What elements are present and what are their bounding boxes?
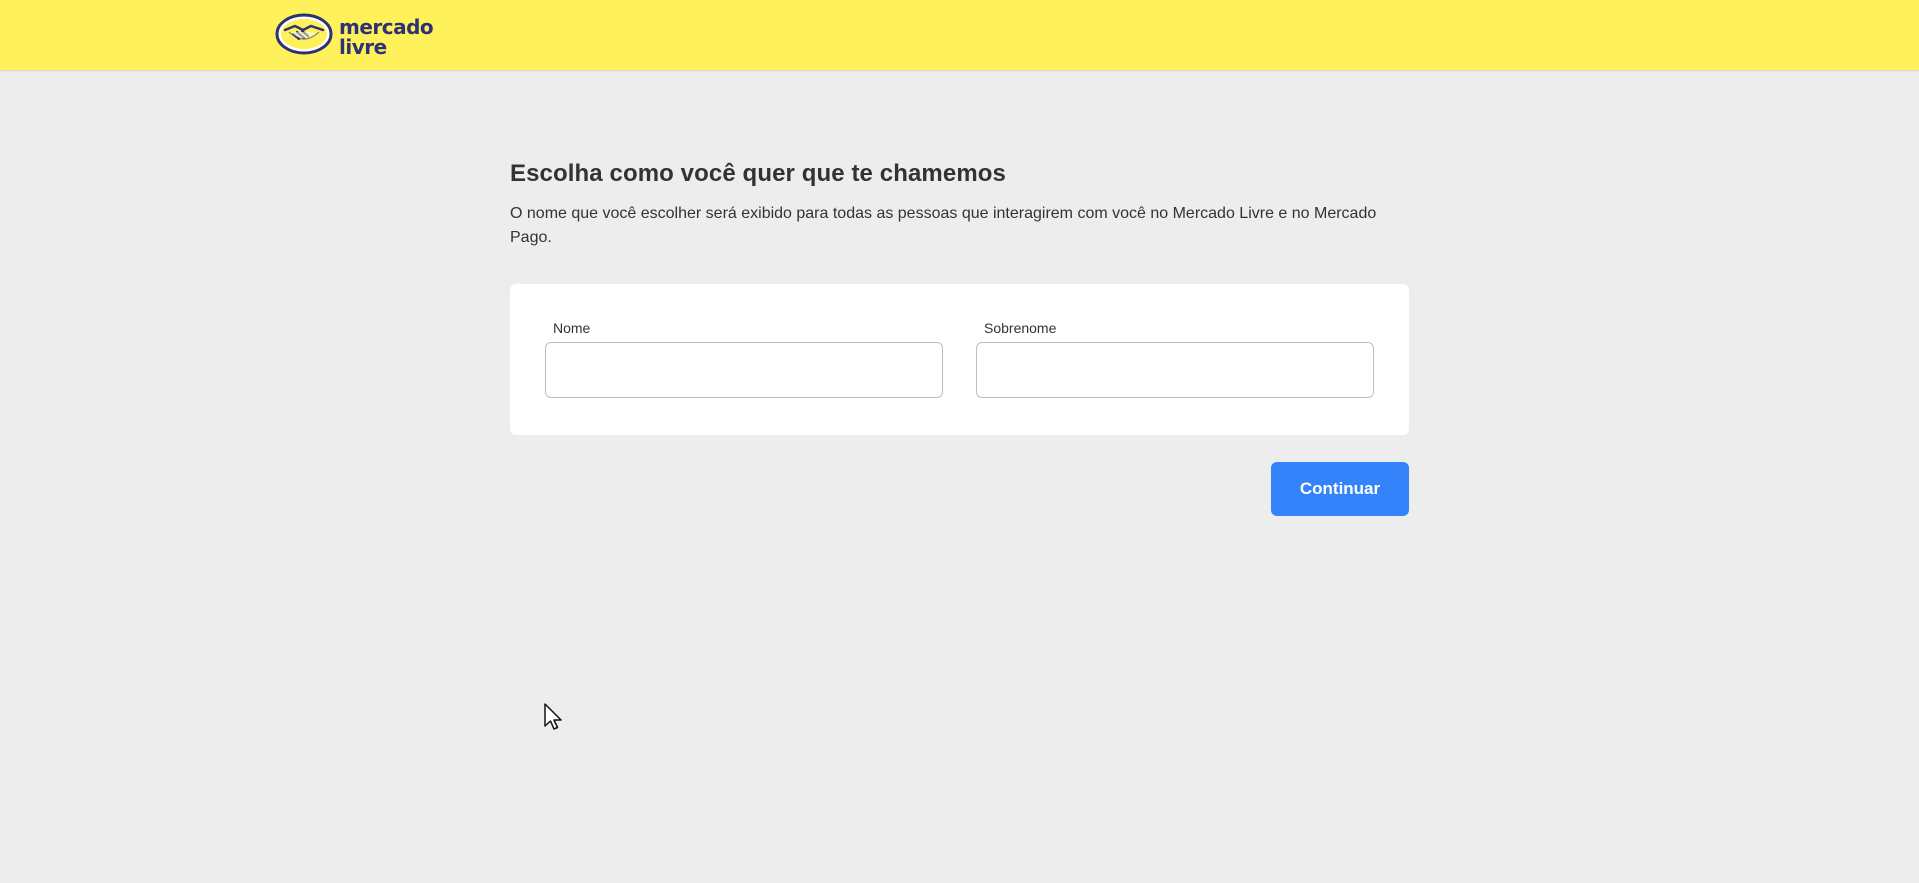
handshake-icon xyxy=(275,12,333,61)
logo-line-mercado: mercado xyxy=(339,14,434,39)
logo-line-livre: livre xyxy=(339,34,387,59)
first-name-label: Nome xyxy=(553,320,591,336)
continue-button[interactable]: Continuar xyxy=(1271,462,1409,516)
page-description: O nome que você escolher será exibido pa… xyxy=(510,205,1377,246)
mercado-livre-logo[interactable]: mercado livre xyxy=(275,12,434,61)
last-name-input[interactable] xyxy=(976,342,1374,398)
first-name-input[interactable] xyxy=(545,342,943,398)
last-name-field: Sobrenome xyxy=(976,320,1374,398)
last-name-label: Sobrenome xyxy=(984,320,1057,336)
form-actions: Continuar xyxy=(510,462,1409,516)
mouse-pointer-icon xyxy=(543,702,563,737)
top-header: mercado livre xyxy=(0,0,1919,70)
first-name-field: Nome xyxy=(545,320,943,398)
name-form-section: Escolha como você quer que te chamemos O… xyxy=(510,160,1409,516)
name-form-card: Nome Sobrenome xyxy=(510,284,1409,435)
page-title: Escolha como você quer que te chamemos xyxy=(510,160,1006,187)
logo-wordmark: mercado livre xyxy=(339,14,434,59)
